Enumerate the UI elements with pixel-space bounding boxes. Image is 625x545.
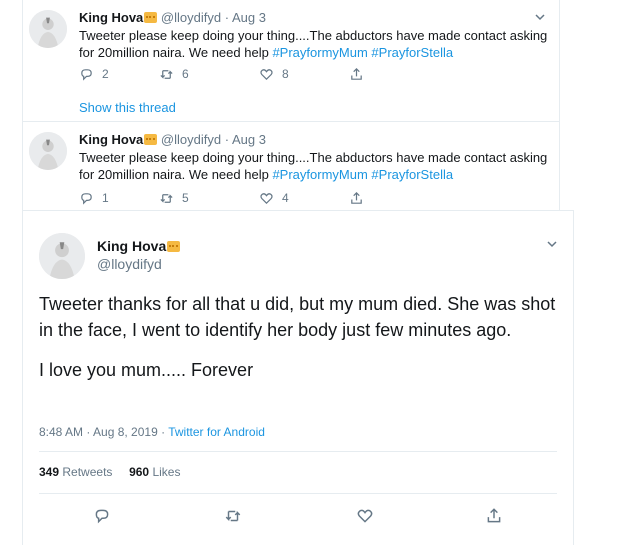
tweet-date[interactable]: Aug 3 [232,10,266,25]
tweet-paragraph: I love you mum..... Forever [39,360,254,380]
share-button[interactable] [485,507,503,525]
avatar[interactable] [29,10,67,48]
share-button[interactable] [349,66,364,82]
like-button[interactable]: 4 [259,190,289,206]
reply-icon [81,68,92,81]
timestamp[interactable]: 8:48 AM · Aug 8, 2019 · [39,425,168,439]
like-button[interactable] [356,507,374,525]
likes-stat[interactable]: 960 Likes [129,465,180,479]
user-handle[interactable]: @lloydifyd [97,255,180,273]
user-handle[interactable]: @lloydifyd [161,132,221,147]
retweet-button[interactable]: 6 [159,66,189,82]
likes-label: Likes [152,465,181,479]
divider [39,451,557,452]
like-count: 8 [282,67,289,81]
tweet-text: Tweeter thanks for all that u did, but m… [39,291,559,397]
crown-emoji-icon [144,134,158,145]
share-icon [351,67,362,80]
chevron-down-icon[interactable] [545,237,559,251]
chevron-down-icon[interactable] [533,10,547,24]
reply-icon [95,509,109,524]
retweets-count: 349 [39,465,60,479]
share-button[interactable] [349,190,364,206]
crown-emoji-icon [144,12,158,23]
reply-button[interactable] [93,507,111,525]
crown-emoji-icon [167,241,181,252]
retweet-icon [160,69,173,79]
tweet-text: Tweeter please keep doing your thing....… [79,149,554,183]
heart-icon [357,509,373,523]
heart-icon [260,192,273,204]
main-tweet-card: King Hova @lloydifyd Tweeter thanks for … [22,210,574,545]
reply-count: 1 [102,191,109,205]
avatar[interactable] [39,233,85,279]
hashtag-link[interactable]: #PrayforStella [371,167,453,182]
display-name[interactable]: King Hova [79,10,143,25]
tweet-stats: 349 Retweets 960 Likes [39,465,180,479]
author-block: King Hova @lloydifyd [97,237,181,273]
tweet-text: Tweeter please keep doing your thing....… [79,27,554,61]
separator-dot: · [224,132,230,147]
user-handle[interactable]: @lloydifyd [161,10,221,25]
tweet-card-2[interactable]: King Hova @lloydifyd · Aug 3 Tweeter ple… [22,122,560,210]
reply-icon [81,192,92,205]
tweet-header: King Hova @lloydifyd · Aug 3 [79,132,266,148]
divider [39,493,557,494]
heart-icon [260,68,273,80]
tweet-paragraph: Tweeter thanks for all that u did, but m… [39,294,556,340]
retweets-stat[interactable]: 349 Retweets [39,465,112,479]
retweet-count: 5 [182,191,189,205]
reply-button[interactable]: 2 [79,66,109,82]
like-button[interactable]: 8 [259,66,289,82]
retweet-count: 6 [182,67,189,81]
avatar[interactable] [29,132,67,170]
separator-dot: · [224,10,230,25]
share-icon [487,508,501,523]
like-count: 4 [282,191,289,205]
retweets-label: Retweets [62,465,113,479]
show-thread-link[interactable]: Show this thread [79,100,176,115]
retweet-button[interactable]: 5 [159,190,189,206]
tweet-meta: 8:48 AM · Aug 8, 2019 · Twitter for Andr… [39,425,265,439]
hashtag-link[interactable]: #PrayformyMum [272,45,367,60]
retweet-icon [225,510,241,522]
display-name[interactable]: King Hova [79,132,143,147]
reply-button[interactable]: 1 [79,190,109,206]
likes-count: 960 [129,465,150,479]
share-icon [351,191,362,204]
reply-count: 2 [102,67,109,81]
retweet-icon [160,193,173,203]
tweet-source[interactable]: Twitter for Android [168,425,265,439]
display-name[interactable]: King Hova [97,238,166,254]
tweet-card-1[interactable]: King Hova @lloydifyd · Aug 3 Tweeter ple… [22,0,560,122]
hashtag-link[interactable]: #PrayformyMum [272,167,367,182]
retweet-button[interactable] [224,507,242,525]
tweet-date[interactable]: Aug 3 [232,132,266,147]
tweet-header: King Hova @lloydifyd · Aug 3 [79,10,266,26]
hashtag-link[interactable]: #PrayforStella [371,45,453,60]
